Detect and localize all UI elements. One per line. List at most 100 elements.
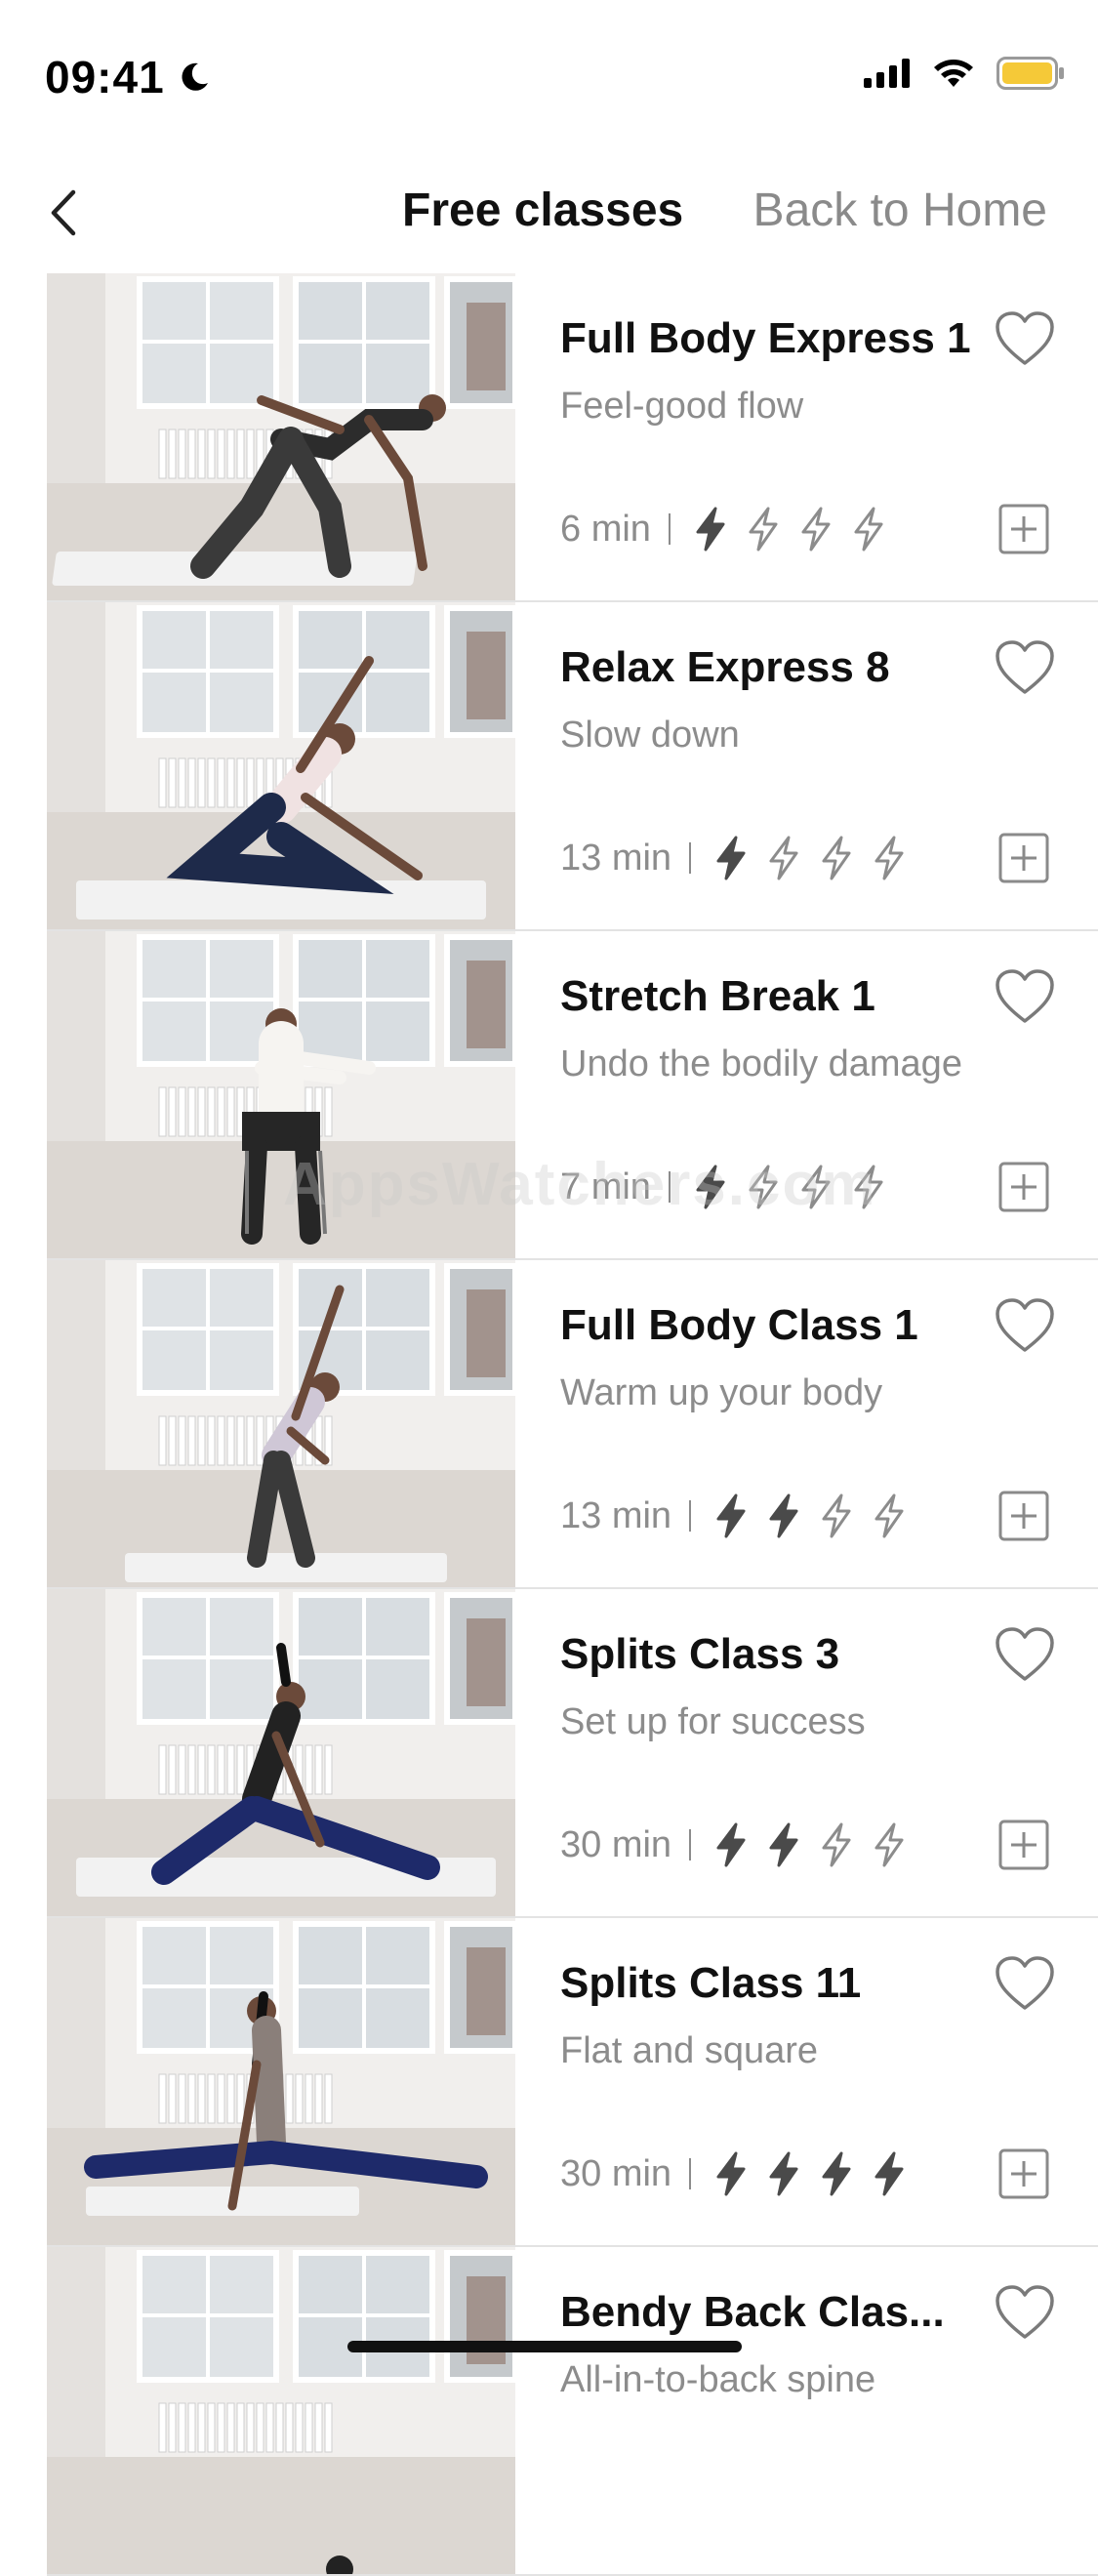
meta-divider: [668, 513, 671, 545]
bolt-icon: [874, 2151, 904, 2196]
nav-header: Free classes Back to Home: [0, 166, 1098, 254]
meta-divider: [689, 1829, 692, 1860]
heart-icon[interactable]: [995, 639, 1055, 696]
bolt-icon: [716, 1493, 746, 1538]
bolt-icon: [822, 2151, 851, 2196]
heart-icon[interactable]: [995, 1955, 1055, 2012]
moon-icon: [182, 62, 208, 91]
bolt-icon: [822, 836, 851, 880]
status-icons: [864, 57, 1065, 90]
heart-icon[interactable]: [995, 1626, 1055, 1683]
class-subtitle: Flat and square: [560, 2030, 819, 2071]
status-time: 09:41: [45, 51, 212, 103]
back-to-home-link[interactable]: Back to Home: [753, 184, 1047, 237]
bolt-icon: [716, 2151, 746, 2196]
bolt-icon: [696, 507, 725, 552]
class-info: Full Body Express 1 Feel-good flow 6 min: [560, 273, 1098, 600]
watermark: AppsWatchers.com: [283, 1151, 877, 1218]
class-meta: 13 min: [560, 1487, 908, 1545]
class-thumbnail[interactable]: [47, 602, 515, 929]
heart-icon[interactable]: [995, 968, 1055, 1025]
bolt-icon: [716, 836, 746, 880]
class-thumbnail[interactable]: [47, 1260, 515, 1587]
class-row[interactable]: Full Body Class 1 Warm up your body 13 m…: [47, 1260, 1098, 1589]
class-subtitle: Feel-good flow: [560, 386, 804, 427]
add-to-plan-button[interactable]: [998, 2148, 1049, 2199]
bolt-icon: [874, 836, 904, 880]
class-row[interactable]: Splits Class 3 Set up for success 30 min: [47, 1589, 1098, 1918]
class-thumbnail-image: [47, 2247, 515, 2574]
bolt-icon: [854, 507, 883, 552]
bolt-icon: [769, 1493, 798, 1538]
class-row[interactable]: Bendy Back Clas... All-in-to-back spine: [47, 2247, 1098, 2576]
battery-icon: [996, 57, 1064, 90]
class-info: Full Body Class 1 Warm up your body 13 m…: [560, 1260, 1098, 1587]
status-bar: 09:41: [0, 0, 1098, 156]
class-title: Relax Express 8: [560, 643, 890, 691]
intensity-rating: [712, 836, 908, 880]
class-meta: 30 min: [560, 2145, 908, 2203]
class-duration: 13 min: [560, 837, 672, 879]
class-thumbnail-image: [47, 273, 515, 600]
meta-divider: [689, 842, 692, 874]
class-info: Relax Express 8 Slow down 13 min: [560, 602, 1098, 929]
class-thumbnail[interactable]: [47, 2247, 515, 2574]
add-to-plan-button[interactable]: [998, 1820, 1049, 1870]
add-to-plan-button[interactable]: [998, 1162, 1049, 1212]
class-thumbnail[interactable]: [47, 1918, 515, 2245]
bolt-icon: [769, 2151, 798, 2196]
class-subtitle: All-in-to-back spine: [560, 2359, 876, 2400]
home-indicator[interactable]: [347, 2341, 742, 2352]
class-thumbnail[interactable]: [47, 1589, 515, 1916]
class-title: Bendy Back Clas...: [560, 2288, 945, 2336]
heart-icon[interactable]: [995, 2284, 1055, 2341]
class-row[interactable]: Relax Express 8 Slow down 13 min: [47, 602, 1098, 931]
class-thumbnail-image: [47, 1260, 515, 1587]
bolt-icon: [874, 1493, 904, 1538]
class-row[interactable]: Splits Class 11 Flat and square 30 min: [47, 1918, 1098, 2247]
heart-icon[interactable]: [995, 1297, 1055, 1354]
back-button[interactable]: [39, 184, 88, 242]
class-meta: 30 min: [560, 1816, 908, 1874]
class-list: Full Body Express 1 Feel-good flow 6 min: [47, 273, 1098, 2576]
class-meta: 6 min: [560, 500, 887, 558]
class-row[interactable]: Full Body Express 1 Feel-good flow 6 min: [47, 273, 1098, 602]
class-subtitle: Undo the bodily damage: [560, 1043, 962, 1084]
class-info: Splits Class 3 Set up for success 30 min: [560, 1589, 1098, 1916]
class-info: Splits Class 11 Flat and square 30 min: [560, 1918, 1098, 2245]
intensity-rating: [712, 1493, 908, 1538]
intensity-rating: [712, 2151, 908, 2196]
class-subtitle: Warm up your body: [560, 1372, 883, 1413]
class-title: Splits Class 11: [560, 1959, 862, 2007]
heart-icon[interactable]: [995, 310, 1055, 367]
cellular-signal-icon: [864, 59, 910, 88]
class-subtitle: Slow down: [560, 715, 740, 756]
bolt-icon: [874, 1822, 904, 1867]
page-title: Free classes: [402, 184, 684, 236]
class-thumbnail-image: [47, 1589, 515, 1916]
class-title: Splits Class 3: [560, 1630, 840, 1678]
class-duration: 30 min: [560, 2152, 672, 2194]
chevron-left-icon: [51, 189, 76, 236]
class-duration: 30 min: [560, 1823, 672, 1865]
class-title: Full Body Express 1: [560, 314, 971, 362]
add-to-plan-button[interactable]: [998, 504, 1049, 554]
add-to-plan-button[interactable]: [998, 1491, 1049, 1541]
bolt-icon: [801, 507, 831, 552]
intensity-rating: [712, 1822, 908, 1867]
bolt-icon: [716, 1822, 746, 1867]
class-duration: 6 min: [560, 508, 651, 550]
class-duration: 13 min: [560, 1494, 672, 1536]
add-to-plan-button[interactable]: [998, 833, 1049, 883]
class-thumbnail[interactable]: [47, 273, 515, 600]
class-info: Bendy Back Clas... All-in-to-back spine: [560, 2247, 1098, 2574]
intensity-rating: [692, 507, 887, 552]
class-thumbnail-image: [47, 602, 515, 929]
bolt-icon: [749, 507, 778, 552]
meta-divider: [689, 2158, 692, 2189]
bolt-icon: [769, 1822, 798, 1867]
class-title: Stretch Break 1: [560, 972, 875, 1020]
class-title: Full Body Class 1: [560, 1301, 918, 1349]
wifi-icon: [934, 60, 973, 87]
class-subtitle: Set up for success: [560, 1701, 866, 1742]
